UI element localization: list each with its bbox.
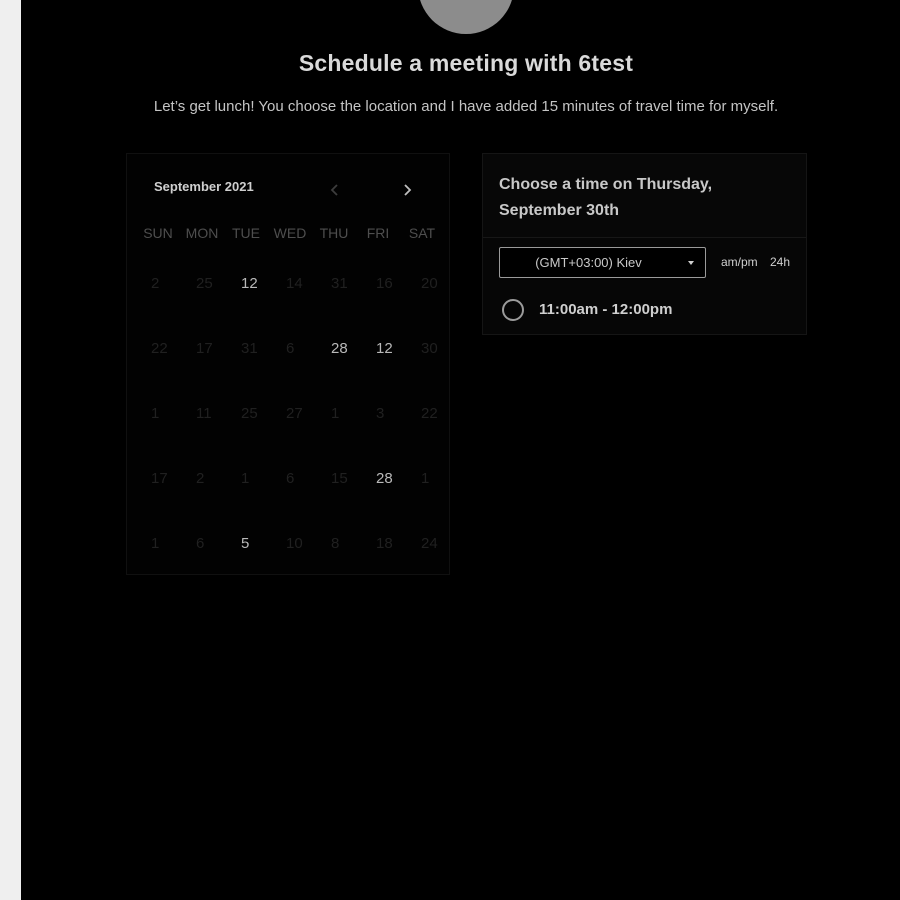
meeting-description: Let’s get lunch! You choose the location… — [153, 98, 779, 115]
format-ampm-toggle[interactable]: am/pm — [721, 255, 758, 269]
prev-month-button[interactable] — [325, 180, 345, 200]
chevron-left-icon — [330, 184, 338, 196]
calendar-day: 3 — [376, 405, 385, 422]
calendar-day: 2 — [196, 470, 205, 487]
calendar-day[interactable]: 28 — [321, 339, 366, 404]
calendar-day: 16 — [376, 275, 393, 292]
calendar-day: 30 — [421, 340, 438, 357]
weekday-label: FRI — [366, 225, 390, 241]
calendar-day: 14 — [286, 275, 303, 292]
left-gutter — [0, 0, 21, 900]
calendar-day: 25 — [241, 405, 258, 422]
calendar-day: 11 — [196, 405, 212, 422]
calendar-day: 1 — [151, 405, 160, 422]
weekday-label: SAT — [408, 225, 436, 241]
calendar-day: 22 — [421, 405, 438, 422]
calendar-day: 10 — [286, 535, 303, 552]
calendar-day: 2 — [151, 275, 160, 292]
calendar: September 2021 SUN MON TUE WED THU FRI S… — [126, 153, 450, 575]
calendar-day[interactable]: 12 — [366, 339, 411, 404]
format-24h-toggle[interactable]: 24h — [770, 255, 790, 269]
calendar-day: 27 — [286, 405, 303, 422]
calendar-day[interactable]: 5 — [231, 534, 276, 599]
calendar-day: 15 — [331, 470, 348, 487]
calendar-day: 20 — [421, 275, 438, 292]
calendar-day: 25 — [196, 275, 213, 292]
calendar-day: 6 — [196, 535, 205, 552]
weekday-label: THU — [319, 225, 349, 241]
calendar-day: 6 — [286, 470, 295, 487]
weekday-label: WED — [273, 225, 307, 241]
weekday-label: MON — [185, 225, 219, 241]
calendar-day: 8 — [331, 535, 340, 552]
timezone-value: (GMT+03:00) Kiev — [535, 255, 642, 270]
time-picker-panel: Choose a time on Thursday, September 30t… — [482, 153, 807, 335]
time-picker-header: Choose a time on Thursday, September 30t… — [483, 154, 806, 238]
weekday-label: TUE — [232, 225, 260, 241]
calendar-day: 6 — [286, 340, 295, 357]
calendar-day: 18 — [376, 535, 393, 552]
calendar-day: 1 — [151, 535, 160, 552]
calendar-day: 1 — [421, 470, 430, 487]
weekday-header: SUN MON TUE WED THU FRI SAT — [136, 225, 444, 241]
next-month-button[interactable] — [397, 180, 417, 200]
timezone-select[interactable]: (GMT+03:00) Kiev — [499, 247, 706, 278]
calendar-day: 31 — [331, 275, 348, 292]
chevron-right-icon — [404, 184, 412, 196]
calendar-day: 22 — [151, 340, 168, 357]
weekday-label: SUN — [143, 225, 173, 241]
calendar-day: 1 — [331, 405, 340, 422]
calendar-day: 17 — [196, 340, 213, 357]
time-slot-label[interactable]: 11:00am - 12:00pm — [539, 301, 672, 318]
calendar-day: 24 — [421, 535, 438, 552]
calendar-day-grid: 2 25 12 14 31 16 20 22 17 31 6 28 12 30 1 11 25 27 1 3 22 17 2… — [141, 274, 456, 599]
calendar-day[interactable]: 28 — [366, 469, 411, 534]
page-title: Schedule a meeting with 6test — [298, 50, 634, 76]
caret-down-icon — [688, 261, 694, 265]
time-picker-title: Choose a time on Thursday, September 30t… — [499, 176, 713, 219]
calendar-day: 17 — [151, 470, 168, 487]
calendar-day: 1 — [241, 470, 250, 487]
avatar — [418, 0, 514, 34]
calendar-day: 31 — [241, 340, 258, 357]
time-slot-radio[interactable] — [502, 299, 524, 321]
calendar-day[interactable]: 12 — [231, 274, 276, 339]
calendar-month-label: September 2021 — [154, 179, 254, 194]
